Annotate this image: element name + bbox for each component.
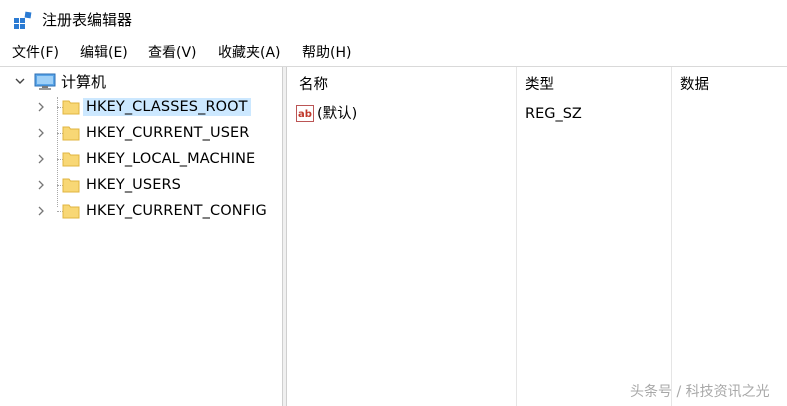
menu-bar: 文件(F) 编辑(E) 查看(V) 收藏夹(A) 帮助(H) [0,40,787,66]
pane-splitter[interactable] [283,67,287,406]
menu-help[interactable]: 帮助(H) [302,44,351,62]
value-type: REG_SZ [525,106,582,122]
value-name: (默认) [317,106,358,122]
folder-icon [62,152,80,167]
string-value-icon: ab [296,105,314,122]
title-bar: 注册表编辑器 [0,0,787,40]
window-title: 注册表编辑器 [42,11,133,29]
tree-node-hkcr[interactable]: HKEY_CLASSES_ROOT [36,95,281,119]
values-list-header: 名称 类型 数据 [289,67,787,103]
computer-icon [34,73,56,90]
tree-root-label: 计算机 [61,73,107,91]
menu-file[interactable]: 文件(F) [12,44,59,62]
watermark-text: 头条号 / 科技资讯之光 [630,384,770,400]
tree-node-label: HKEY_CURRENT_CONFIG [86,203,267,219]
chevron-right-icon[interactable] [36,153,46,165]
tree-node-label: HKEY_USERS [86,177,181,193]
menu-edit[interactable]: 编辑(E) [80,44,128,62]
chevron-right-icon[interactable] [36,127,46,139]
chevron-right-icon[interactable] [36,179,46,191]
folder-icon [62,178,80,193]
folder-icon [62,204,80,219]
menu-favorites[interactable]: 收藏夹(A) [218,44,281,62]
tree-node-hkcc[interactable]: HKEY_CURRENT_CONFIG [36,199,281,223]
menu-view[interactable]: 查看(V) [148,44,197,62]
column-header-name[interactable]: 名称 [289,67,328,103]
tree-node-label: HKEY_LOCAL_MACHINE [86,151,256,167]
tree-node-hku[interactable]: HKEY_USERS [36,173,281,197]
folder-icon [62,126,80,141]
tree-node-label: HKEY_CLASSES_ROOT [83,98,251,116]
folder-icon [62,100,80,115]
tree-node-hkcu[interactable]: HKEY_CURRENT_USER [36,121,281,145]
chevron-right-icon[interactable] [36,205,46,217]
column-header-data[interactable]: 数据 [670,67,709,103]
value-row[interactable]: ab (默认) REG_SZ [289,103,787,127]
chevron-right-icon[interactable] [36,101,46,113]
column-header-type[interactable]: 类型 [515,67,554,103]
registry-tree[interactable]: 计算机 HKEY_CLASSES_ROOT HKEY_CURRENT_USER … [0,67,283,406]
tree-node-label: HKEY_CURRENT_USER [86,125,250,141]
tree-node-hklm[interactable]: HKEY_LOCAL_MACHINE [36,147,281,171]
registry-editor-icon [14,11,32,29]
chevron-down-icon[interactable] [14,75,26,87]
svg-text:ab: ab [298,109,312,120]
